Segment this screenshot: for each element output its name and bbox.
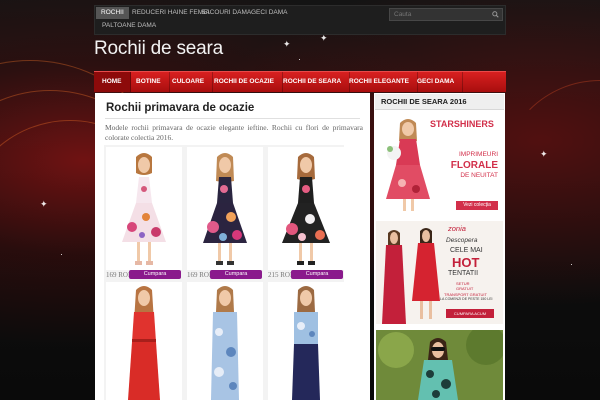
- buy-button[interactable]: Cumpara: [129, 270, 181, 279]
- ad-line: TENTATII: [448, 270, 479, 277]
- ad-line: GRATUIT: [456, 286, 474, 291]
- top-bar: ROCHII REDUCERI HAINE FEMEI SACOURI DAMA…: [94, 5, 506, 35]
- sparkle-icon: ✦: [40, 199, 48, 209]
- sparkle-icon: ✦: [283, 39, 291, 49]
- top-nav-item-geci[interactable]: GECI DAMA: [246, 7, 292, 19]
- sparkle-icon: ·: [298, 54, 301, 64]
- widget-title: ROCHII DE SEARA 2016: [375, 94, 504, 110]
- search-icon[interactable]: [492, 11, 499, 18]
- title-divider: [105, 118, 360, 119]
- ad-line: Descopera: [446, 237, 478, 244]
- main-nav-item-rochii-de-seara[interactable]: ROCHII DE SEARA: [275, 72, 351, 92]
- product-image[interactable]: [187, 147, 263, 270]
- ad-line: LA COMENZI DE PESTE 150 LEI: [440, 297, 493, 301]
- ad-banner-zonia[interactable]: zonia Descopera CELE MAI HOT TENTATII SE…: [376, 221, 503, 324]
- top-nav-item-rochii[interactable]: ROCHII: [96, 7, 129, 19]
- ad-line: HOT: [452, 255, 480, 270]
- site-title[interactable]: Rochii de seara: [94, 38, 223, 60]
- search-input[interactable]: [390, 9, 490, 20]
- main-nav-item-rochii-de-ocazie[interactable]: ROCHII DE OCAZIE: [206, 72, 283, 92]
- search-box: [389, 8, 503, 21]
- main-nav-item-geci-dama[interactable]: GECI DAMA: [409, 72, 464, 92]
- main-nav-item-rochii-elegante[interactable]: ROCHII ELEGANTE: [341, 72, 418, 92]
- product-gallery: 169 RON Cumpara 169 RON Cumpara 215 RON …: [104, 145, 344, 400]
- sidebar: ROCHII DE SEARA 2016 STARSHINERS IMPRIME…: [374, 93, 505, 400]
- main-nav-item-home[interactable]: HOME: [94, 72, 131, 92]
- top-nav-item-paltoane[interactable]: PALTOANE DAMA: [97, 20, 161, 32]
- sparkle-icon: ✦: [540, 149, 548, 159]
- post-text: Modele rochii primavara de ocazie elegan…: [105, 123, 363, 142]
- product-image[interactable]: [268, 147, 344, 270]
- ad-banner-starshiners[interactable]: STARSHINERS IMPRIMEURI FLORALE DE NEUITA…: [376, 113, 503, 214]
- ad-cta-button[interactable]: CUMPARA ACUM: [446, 309, 494, 318]
- product-image[interactable]: [106, 282, 182, 400]
- ad-banner-photo[interactable]: [376, 330, 503, 400]
- product-image[interactable]: [106, 147, 182, 270]
- sparkle-icon: ·: [60, 249, 63, 259]
- ad-line: FLORALE: [450, 160, 498, 171]
- ad-brand: zonia: [448, 224, 466, 233]
- main-nav: HOME BOTINE CULOARE ROCHII DE OCAZIE ROC…: [94, 71, 506, 92]
- ad-line: IMPRIMEURI: [459, 151, 498, 158]
- ad-line: CELE MAI: [450, 247, 483, 254]
- ad-cta-button[interactable]: Vezi colecția: [456, 201, 498, 210]
- product-image[interactable]: [268, 282, 344, 400]
- ad-brand: STARSHINERS: [430, 119, 494, 129]
- sparkle-icon: ·: [570, 259, 573, 269]
- ad-line: DE NEUITAT: [460, 172, 498, 179]
- product-image[interactable]: [187, 282, 263, 400]
- top-nav: ROCHII REDUCERI HAINE FEMEI SACOURI DAMA…: [95, 6, 385, 36]
- main-content: Rochii primavara de ocazie Modele rochii…: [95, 93, 370, 400]
- post-title[interactable]: Rochii primavara de ocazie: [106, 102, 254, 114]
- buy-button[interactable]: Cumpara: [210, 270, 262, 279]
- buy-button[interactable]: Cumpara: [291, 270, 343, 279]
